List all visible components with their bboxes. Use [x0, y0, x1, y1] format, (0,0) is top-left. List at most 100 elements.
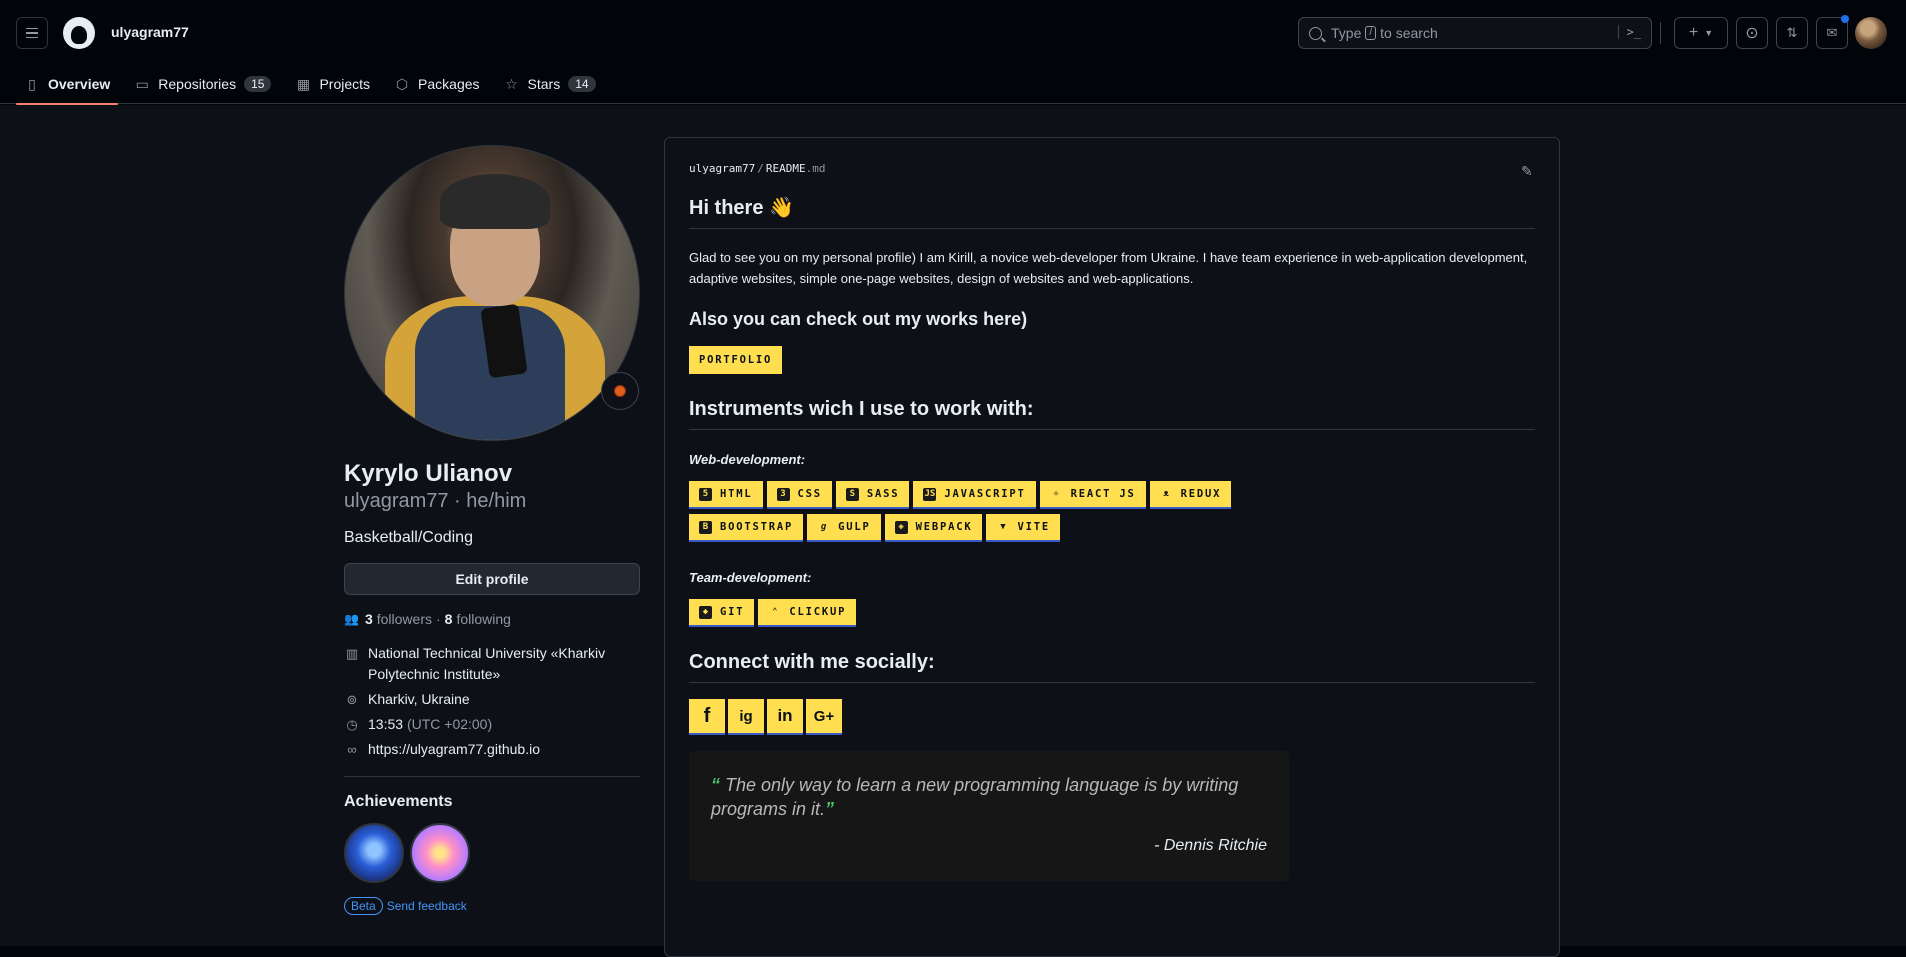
chip-label: BOOTSTRAP [720, 521, 794, 533]
achievement-badge[interactable] [410, 823, 470, 883]
chip-webpack[interactable]: ◈ WEBPACK [884, 514, 983, 542]
pull-requests-button[interactable]: ⇅ [1776, 17, 1808, 49]
portfolio-button[interactable]: PORTFOLIO [689, 346, 783, 374]
edit-profile-button[interactable]: Edit profile [344, 563, 640, 595]
sass-icon: S [845, 487, 859, 501]
quote-card: “ The only way to learn a new programmin… [689, 751, 1289, 881]
context-username[interactable]: ulyagram77 [111, 24, 189, 40]
achievements-title[interactable]: Achievements [344, 793, 640, 811]
followers-count: 3 [364, 611, 373, 627]
profile-sidebar: Kyrylo Ulianov ulyagram77 · he/him Baske… [344, 145, 640, 915]
tab-overview[interactable]: ▯ Overview [16, 64, 119, 105]
clickup-icon: ⌃ [772, 606, 778, 617]
issues-button[interactable]: ⊙ [1736, 17, 1768, 49]
readme-greeting: Hi there 👋 [689, 195, 1535, 229]
chip-git[interactable]: ◆ GIT [689, 599, 755, 627]
chip-react[interactable]: ⚛ REACT JS [1039, 481, 1146, 509]
plus-icon: + [1688, 24, 1699, 41]
chip-html[interactable]: 5 HTML [689, 481, 763, 509]
chip-bootstrap[interactable]: B BOOTSTRAP [689, 514, 804, 542]
tab-label: Packages [418, 76, 480, 92]
link-icon: ∞ [347, 742, 357, 757]
chip-label: HTML [720, 488, 753, 500]
issue-opened-icon: ⊙ [1745, 25, 1759, 42]
tab-projects[interactable]: ▦ Projects [287, 64, 378, 104]
followers-label: followers [376, 611, 432, 627]
tab-repositories[interactable]: ▭ Repositories 15 [126, 64, 279, 104]
tab-stars[interactable]: ☆ Stars 14 [496, 64, 604, 104]
chip-sass[interactable]: S SASS [835, 481, 910, 509]
readme-path-file[interactable]: README [766, 162, 806, 175]
readme-path-user[interactable]: ulyagram77 [689, 162, 755, 175]
sidebar-divider [344, 776, 640, 777]
chip-gulp[interactable]: g GULP [807, 514, 881, 542]
website-link[interactable]: https://ulyagram77.github.io [368, 739, 540, 760]
send-feedback-link[interactable]: Send feedback [387, 899, 467, 913]
quote-author: - Dennis Ritchie [1154, 837, 1267, 854]
chip-javascript[interactable]: JS JAVASCRIPT [913, 481, 1036, 509]
javascript-icon: JS [923, 487, 937, 501]
timezone: (UTC +02:00) [406, 716, 493, 732]
user-avatar[interactable] [1855, 17, 1887, 49]
instagram-icon[interactable]: ig [728, 699, 764, 735]
profile-avatar[interactable] [344, 145, 640, 441]
beta-label: Beta [344, 897, 383, 915]
separator-dot: · [436, 611, 441, 627]
chip-clickup[interactable]: ⌃ CLICKUP [758, 599, 857, 627]
repo-icon: ▭ [135, 76, 149, 92]
followers-link[interactable]: 3 followers [365, 611, 432, 627]
clock-icon: ◷ [346, 717, 358, 732]
open-quote-icon: “ [711, 775, 720, 795]
facebook-icon[interactable]: f [689, 699, 725, 735]
profile-login: ulyagram77 · he/him [344, 490, 527, 512]
linkedin-icon[interactable]: in [767, 699, 803, 735]
search-shortcut-key: / [1365, 26, 1377, 40]
chip-css[interactable]: 3 CSS [766, 481, 832, 509]
google-plus-icon[interactable]: G+ [806, 699, 842, 735]
readme-path-ext: .md [805, 162, 826, 175]
status-emoji-button[interactable] [601, 372, 639, 410]
chip-redux[interactable]: ᴥ REDUX [1149, 481, 1232, 509]
vite-icon: ▼ [1000, 521, 1006, 532]
website-item: ∞ https://ulyagram77.github.io [344, 739, 640, 760]
readme-intro: Glad to see you on my personal profile) … [689, 250, 1528, 286]
chip-label: REACT JS [1070, 488, 1136, 500]
local-time-item: ◷ 13:53 (UTC +02:00) [344, 714, 640, 735]
location-item: ⊚ Kharkiv, Ukraine [344, 689, 640, 710]
following-link[interactable]: 8 following [445, 611, 511, 627]
chip-label: CLICKUP [789, 606, 847, 618]
profile-tabs: ▯ Overview ▭ Repositories 15 ▦ Projects … [16, 64, 612, 105]
gulp-icon: g [820, 521, 827, 532]
table-icon: ▦ [296, 76, 311, 92]
command-palette-icon[interactable]: >_ [1617, 25, 1641, 39]
tab-label: Projects [319, 76, 371, 92]
edit-readme-pencil-icon[interactable]: ✎ [1521, 164, 1535, 178]
chip-label: WEBPACK [915, 521, 973, 533]
profile-bio: Basketball/Coding [344, 529, 473, 546]
git-icon: ◆ [699, 605, 712, 619]
following-count: 8 [444, 611, 453, 627]
redux-icon: ᴥ [1163, 488, 1169, 499]
achievement-badge[interactable] [344, 823, 404, 883]
readme-content: Hi there 👋 Glad to see you on my persona… [689, 195, 1535, 881]
profile-page: Kyrylo Ulianov ulyagram77 · he/him Baske… [0, 105, 1906, 957]
html5-icon: 5 [699, 487, 712, 501]
social-heading: Connect with me socially: [689, 651, 1535, 683]
follow-stats: 👥 3 followers · 8 following [344, 611, 640, 627]
create-new-button[interactable]: + ▼ [1674, 17, 1728, 49]
package-icon: ⬡ [395, 76, 409, 92]
notification-indicator [1841, 15, 1849, 23]
web-dev-chips: 5 HTML 3 CSS S SASS JS JAVASCRIPT ⚛ REACT JS … [689, 481, 1249, 542]
chip-label: SASS [866, 488, 900, 500]
tab-packages[interactable]: ⬡ Packages [386, 64, 487, 104]
chip-label: GIT [720, 606, 745, 618]
github-logo-icon[interactable] [63, 17, 95, 49]
tab-label: Overview [48, 76, 111, 92]
menu-icon[interactable] [16, 17, 48, 49]
header-divider [1660, 22, 1661, 44]
search-input[interactable]: Type / to search >_ [1298, 17, 1652, 49]
chip-vite[interactable]: ▼ VITE [986, 514, 1060, 542]
close-quote-icon: ” [825, 799, 835, 819]
quote-text-wrapper: “ The only way to learn a new programmin… [711, 773, 1267, 821]
stars-counter: 14 [568, 76, 596, 92]
